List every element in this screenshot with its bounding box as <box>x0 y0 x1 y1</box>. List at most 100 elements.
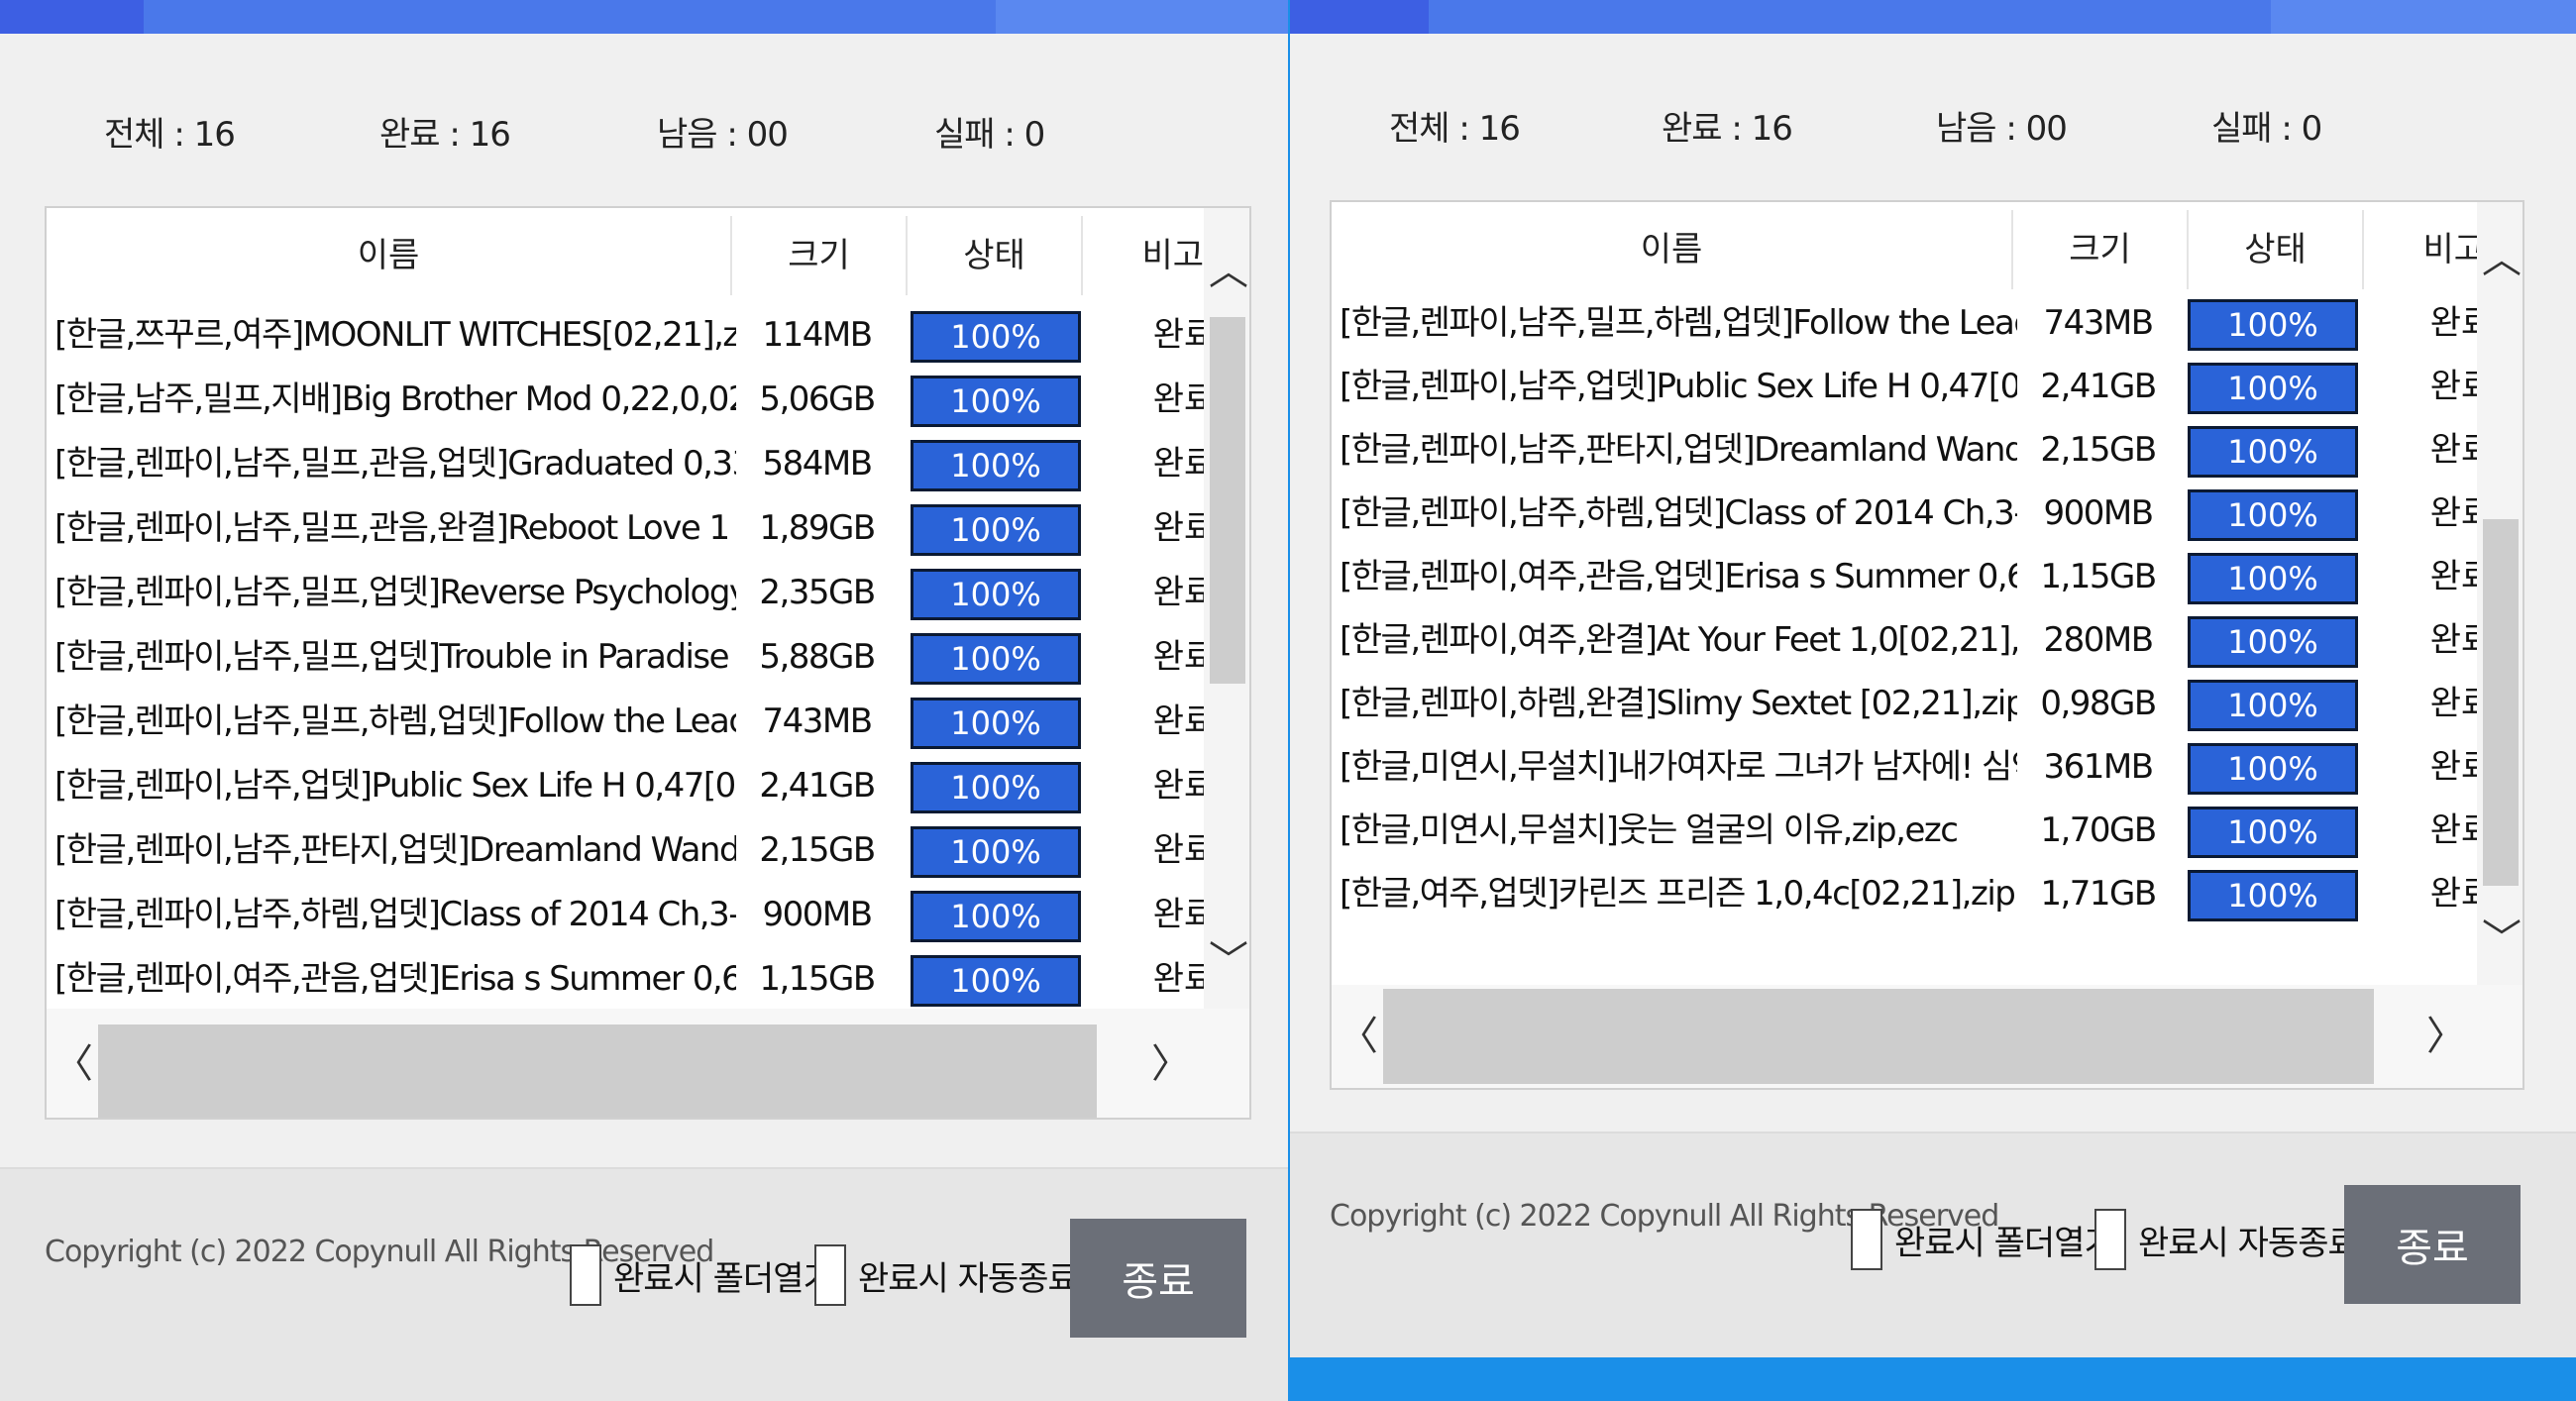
auto-close-label: 완료시 자동종료 <box>2138 1223 2359 1263</box>
column-size[interactable]: 크기 <box>732 208 906 303</box>
file-name: [한글,렌파이,여주,완결]At Your Feet 1,0[02,21],zi… <box>1340 620 2017 660</box>
column-note[interactable]: 비고 <box>1083 208 1212 303</box>
auto-close-checkbox[interactable] <box>2094 1209 2126 1270</box>
progress-bar: 100% <box>911 633 1081 685</box>
chevron-down-icon[interactable]: ﹀ <box>2477 912 2522 967</box>
file-size: 900MB <box>2043 493 2154 533</box>
column-size[interactable]: 크기 <box>2013 202 2187 297</box>
chevron-down-icon[interactable]: ﹀ <box>1204 933 1249 989</box>
progress-bar: 100% <box>2188 680 2358 731</box>
progress-bar: 100% <box>2188 616 2358 668</box>
list-row[interactable]: [한글,렌파이,남주,밀프,하렘,업뎃]Follow the Leader 0,… <box>47 690 1249 754</box>
horizontal-scroll-thumb[interactable] <box>98 1024 1097 1118</box>
progress-bar: 100% <box>911 376 1081 427</box>
stats-bar: 전체 : 16 완료 : 16 남음 : 00 실패 : 0 <box>1290 101 2576 164</box>
close-button[interactable]: 종료 <box>1070 1219 1246 1338</box>
list-row[interactable]: [한글,렌파이,남주,밀프,업뎃]Trouble in Paradise 0,9… <box>47 625 1249 690</box>
list-row[interactable]: [한글,렌파이,여주,관음,업뎃]Erisa s Summer 0,6,0[02… <box>1332 545 2522 609</box>
list-row[interactable]: [한글,렌파이,남주,판타지,업뎃]Dreamland Wanderer 0,2… <box>47 818 1249 883</box>
chevron-left-icon[interactable]: 〈 <box>1334 1009 1383 1064</box>
file-list[interactable]: 이름 크기 상태 비고 [한글,쯔꾸르,여주]MOONLIT WITCHES[0… <box>45 206 1251 1120</box>
list-row[interactable]: [한글,렌파이,남주,밀프,관음,완결]Reboot Love 1 More T… <box>47 496 1249 561</box>
column-name[interactable]: 이름 <box>1332 202 2011 297</box>
file-size: 2,41GB <box>2040 367 2157 406</box>
list-row[interactable]: [한글,미연시,무설치]내가여자로 그녀가 남자에! 심약한 미소년과 361MB… <box>1332 735 2522 800</box>
close-button[interactable]: 종료 <box>2344 1185 2521 1304</box>
list-row[interactable]: [한글,렌파이,남주,업뎃]Public Sex Life H 0,47[0 2,… <box>47 754 1249 818</box>
open-folder-option[interactable]: 완료시 폴더열기 <box>570 1244 834 1306</box>
file-name: [한글,렌파이,남주,업뎃]Public Sex Life H 0,47[02,… <box>1340 367 2017 406</box>
progress-bar: 100% <box>2188 553 2358 604</box>
file-size: 5,88GB <box>759 637 876 677</box>
title-strip <box>0 0 1288 34</box>
list-row[interactable]: [한글,여주,업뎃]카린즈 프리즌 1,0,4c[02,21],zip,ezc 1… <box>1332 862 2522 926</box>
progress-bar: 100% <box>911 955 1081 1007</box>
progress-bar: 100% <box>911 891 1081 942</box>
list-row[interactable]: [한글,렌파이,여주,관음,업뎃]Erisa s Summer 0,6,0[02… <box>47 947 1249 1012</box>
file-list[interactable]: 이름 크기 상태 비고 [한글,렌파이,남주,밀프,하렘,업뎃]Follow t… <box>1330 200 2524 1090</box>
progress-bar: 100% <box>2188 870 2358 921</box>
file-size: 361MB <box>2043 747 2154 787</box>
vertical-scroll-thumb[interactable] <box>2483 519 2519 886</box>
progress-bar: 100% <box>911 311 1081 363</box>
file-name: [한글,렌파이,남주,판타지,업뎃]Dreamland Wanderer 0,2… <box>1340 430 2017 470</box>
file-size: 584MB <box>762 444 873 484</box>
vertical-scroll-thumb[interactable] <box>1210 317 1245 684</box>
progress-bar: 100% <box>2188 299 2358 351</box>
chevron-right-icon[interactable]: 〉 <box>2421 1009 2471 1064</box>
list-row[interactable]: [한글,렌파이,남주,밀프,업뎃]Reverse Psychology 0,8,… <box>47 561 1249 625</box>
file-size: 2,15GB <box>2040 430 2157 470</box>
file-size: 1,15GB <box>2040 557 2157 596</box>
chevron-right-icon[interactable]: 〉 <box>1146 1036 1196 1092</box>
column-status[interactable]: 상태 <box>2189 202 2362 297</box>
list-row[interactable]: [한글,쯔꾸르,여주]MOONLIT WITCHES[02,21],zip,ez… <box>47 303 1249 368</box>
progress-bar: 100% <box>911 698 1081 749</box>
list-row[interactable]: [한글,렌파이,여주,완결]At Your Feet 1,0[02,21],zi… <box>1332 608 2522 673</box>
list-row[interactable]: [한글,렌파이,남주,밀프,관음,업뎃]Graduated 0,33[02,21… <box>47 432 1249 496</box>
chevron-up-icon[interactable]: ︿ <box>2477 232 2522 287</box>
stat-failed: 실패 : 0 <box>2211 109 2322 149</box>
list-row[interactable]: [한글,렌파이,남주,업뎃]Public Sex Life H 0,47[0 2,… <box>1332 355 2522 419</box>
auto-close-checkbox[interactable] <box>814 1244 846 1306</box>
list-header: 이름 크기 상태 비고 <box>1332 202 2522 297</box>
list-header: 이름 크기 상태 비고 <box>47 208 1249 303</box>
file-size: 2,41GB <box>759 766 876 806</box>
file-name: [한글,렌파이,남주,밀프,업뎃]Reverse Psychology 0,8,… <box>54 573 736 612</box>
stat-total: 전체 : 16 <box>104 115 236 155</box>
vertical-scrollbar[interactable]: ︿ ﹀ <box>1204 208 1249 1009</box>
auto-close-option[interactable]: 완료시 자동종료 <box>814 1244 1079 1306</box>
progress-bar: 100% <box>2188 363 2358 414</box>
progress-bar: 100% <box>911 569 1081 620</box>
list-row[interactable]: [한글,렌파이,남주,하렘,업뎃]Class of 2014 Ch,3-2[02… <box>47 883 1249 947</box>
horizontal-scrollbar[interactable]: 〈 〉 <box>47 1009 1249 1118</box>
auto-close-option[interactable]: 완료시 자동종료 <box>2094 1209 2359 1270</box>
progress-bar: 100% <box>911 504 1081 556</box>
file-name: [한글,렌파이,남주,밀프,하렘,업뎃]Follow the Leader 0,… <box>54 701 736 741</box>
column-name[interactable]: 이름 <box>47 208 730 303</box>
file-size: 743MB <box>2043 303 2154 343</box>
vertical-scrollbar[interactable]: ︿ ﹀ <box>2477 202 2522 985</box>
file-name: [한글,렌파이,남주,밀프,관음,업뎃]Graduated 0,33[02,21… <box>54 444 736 484</box>
list-row[interactable]: [한글,렌파이,하렘,완결]Slimy Sextet [02,21],zip,e… <box>1332 672 2522 736</box>
open-folder-option[interactable]: 완료시 폴더열기 <box>1851 1209 2115 1270</box>
list-row[interactable]: [한글,렌파이,남주,밀프,하렘,업뎃]Follow the Leader 0,… <box>1332 291 2522 356</box>
chevron-up-icon[interactable]: ︿ <box>1204 244 1249 299</box>
list-row[interactable]: [한글,미연시,무설치]웃는 얼굴의 이유,zip,ezc 1,70GB 100% 완… <box>1332 799 2522 863</box>
file-name: [한글,렌파이,남주,하렘,업뎃]Class of 2014 Ch,3-2[02… <box>1340 493 2017 533</box>
chevron-left-icon[interactable]: 〈 <box>49 1036 98 1092</box>
list-row[interactable]: [한글,남주,밀프,지배]Big Brother Mod 0,22,0,022[… <box>47 368 1249 432</box>
list-row[interactable]: [한글,렌파이,남주,하렘,업뎃]Class of 2014 Ch,3-2[02… <box>1332 482 2522 546</box>
open-folder-label: 완료시 폴더열기 <box>1894 1223 2115 1263</box>
horizontal-scrollbar[interactable]: 〈 〉 <box>1332 985 2522 1088</box>
footer: Copyright (c) 2022 Copynull All Rights R… <box>0 1167 1288 1401</box>
progress-bar: 100% <box>2188 743 2358 795</box>
file-name: [한글,렌파이,남주,밀프,관음,완결]Reboot Love 1 More T… <box>54 508 736 548</box>
horizontal-scroll-thumb[interactable] <box>1383 989 2374 1084</box>
column-status[interactable]: 상태 <box>908 208 1081 303</box>
list-row[interactable]: [한글,렌파이,남주,판타지,업뎃]Dreamland Wanderer 0,2… <box>1332 418 2522 483</box>
file-size: 900MB <box>762 895 873 934</box>
open-folder-checkbox[interactable] <box>570 1244 601 1306</box>
progress-bar: 100% <box>911 762 1081 813</box>
open-folder-checkbox[interactable] <box>1851 1209 1882 1270</box>
column-note[interactable]: 비고 <box>2364 202 2493 297</box>
